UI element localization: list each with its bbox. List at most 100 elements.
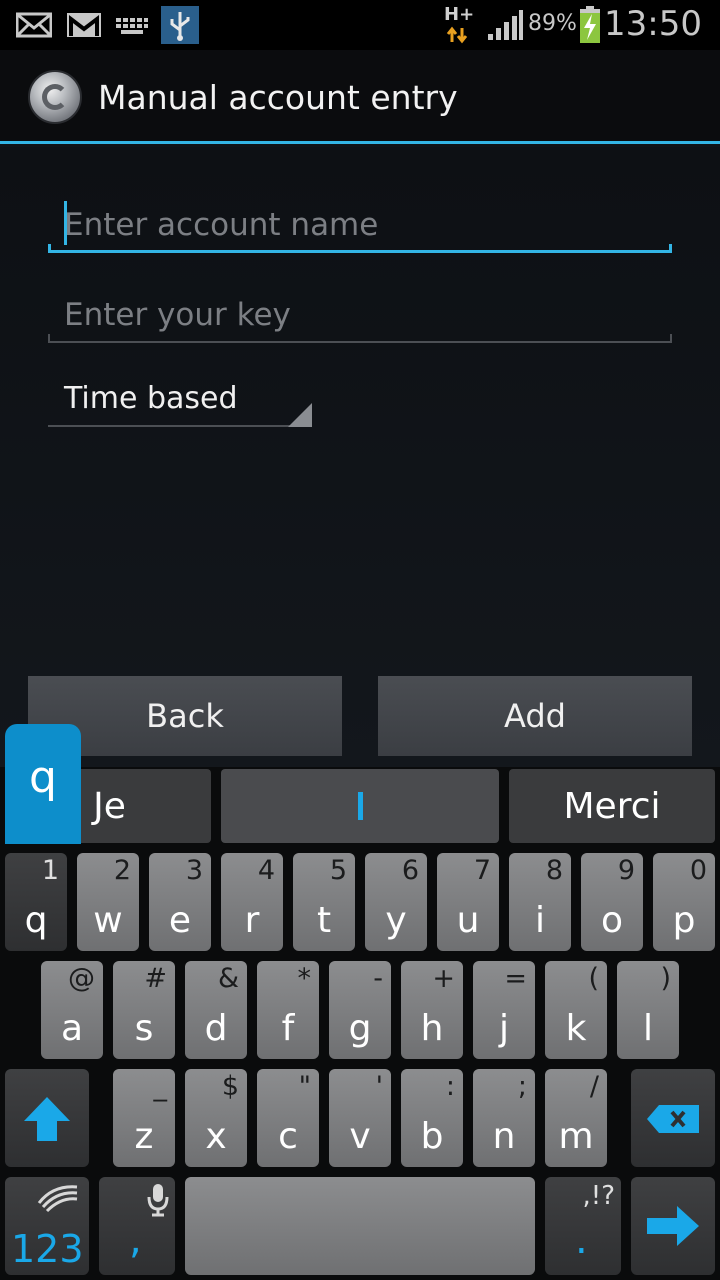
status-bar: H+ 89% 13:50 (0, 0, 720, 50)
key-alt-label: ( (588, 963, 599, 994)
symbols-label: 123 (11, 1227, 84, 1271)
key-input[interactable] (48, 287, 672, 343)
key-alt-label: 4 (257, 855, 275, 886)
shift-key[interactable] (5, 1069, 89, 1167)
key-alt-label: 6 (401, 855, 419, 886)
action-bar: Manual account entry (0, 50, 720, 144)
add-button[interactable]: Add (378, 676, 692, 756)
key-a[interactable]: @ a (41, 961, 103, 1059)
key-label: k (565, 1008, 587, 1049)
key-alt-label: 8 (545, 855, 563, 886)
key-alt-label: 1 (41, 855, 59, 886)
key-g[interactable]: -g (329, 961, 391, 1059)
underline-endcap (48, 244, 51, 253)
key-underline (48, 341, 672, 343)
key-alt-label: = (504, 963, 527, 994)
email-icon (16, 12, 52, 38)
key-label: n (492, 1116, 516, 1157)
key-x[interactable]: $ x (185, 1069, 247, 1167)
key-label: t (316, 900, 332, 941)
account-name-underline (48, 250, 672, 253)
punctuation-alt-label: ,!? (582, 1181, 616, 1211)
underline-endcap (48, 334, 50, 343)
key-alt-label: " (298, 1071, 311, 1102)
key-d[interactable]: & d (185, 961, 247, 1059)
account-name-input[interactable] (48, 197, 672, 253)
key-i[interactable]: 8i (509, 853, 571, 951)
key-label: v (349, 1116, 371, 1157)
key-m[interactable]: / m (545, 1069, 607, 1167)
key-label: d (204, 1008, 228, 1049)
text-cursor (64, 201, 67, 245)
key-label: b (420, 1116, 444, 1157)
spinner-underline (48, 425, 312, 427)
key-label: g (348, 1008, 372, 1049)
gmail-icon (67, 13, 101, 37)
key-e[interactable]: 3e (149, 853, 211, 951)
key-label: m (558, 1116, 594, 1157)
key-alt-label: & (217, 963, 239, 994)
key-alt-label: $ (221, 1071, 239, 1102)
key-k[interactable]: (k (545, 961, 607, 1059)
key-c[interactable]: " c (257, 1069, 319, 1167)
screen: H+ 89% 13:50 Manual account entry Enter … (0, 0, 720, 1280)
key-label: a (60, 1008, 84, 1049)
key-w[interactable]: 2w (77, 853, 139, 951)
key-r[interactable]: 4r (221, 853, 283, 951)
key-b[interactable]: :b (401, 1069, 463, 1167)
key-alt-label: 0 (689, 855, 707, 886)
key-q[interactable]: 1q (5, 853, 67, 951)
key-alt-label: - (373, 963, 383, 994)
symbols-key[interactable]: 123 (5, 1177, 89, 1275)
key-label: c (278, 1116, 298, 1157)
enter-key[interactable] (631, 1177, 715, 1275)
backspace-key[interactable] (631, 1069, 715, 1167)
key-field[interactable] (48, 287, 672, 343)
clock: 13:50 (604, 4, 702, 44)
key-s[interactable]: # s (113, 961, 175, 1059)
key-alt-label: 7 (473, 855, 491, 886)
backspace-icon (647, 1105, 699, 1133)
key-alt-label: ; (517, 1071, 527, 1102)
space-bar[interactable] (185, 1177, 535, 1275)
key-y[interactable]: 6y (365, 853, 427, 951)
microphone-icon (147, 1184, 169, 1217)
prediction-right[interactable]: Merci (509, 769, 715, 843)
key-alt-label: 5 (329, 855, 347, 886)
key-z[interactable]: _ z (113, 1069, 175, 1167)
key-p[interactable]: 0p (653, 853, 715, 951)
type-spinner[interactable]: Time based (48, 373, 312, 427)
key-label: q (24, 900, 48, 941)
key-l[interactable]: ) l (617, 961, 679, 1059)
prediction-center[interactable] (221, 769, 499, 843)
account-name-field[interactable] (48, 197, 672, 253)
key-o[interactable]: 9o (581, 853, 643, 951)
key-label: s (134, 1008, 154, 1049)
key-label: j (498, 1008, 509, 1049)
authenticator-icon[interactable] (28, 70, 82, 124)
key-label: p (672, 900, 696, 941)
key-alt-label: 2 (113, 855, 131, 886)
key-t[interactable]: 5t (293, 853, 355, 951)
key-f[interactable]: * f (257, 961, 319, 1059)
prediction-text: Merci (563, 785, 661, 827)
punctuation-key[interactable]: ,!? . (545, 1177, 621, 1275)
shift-arrow-icon (24, 1097, 70, 1141)
signal-icon (488, 10, 523, 40)
key-v[interactable]: ' v (329, 1069, 391, 1167)
key-u[interactable]: 7u (437, 853, 499, 951)
key-alt-label: 3 (185, 855, 203, 886)
key-alt-label: + (432, 963, 455, 994)
comma-key[interactable]: , (99, 1177, 175, 1275)
spinner-arrow-icon (288, 403, 312, 427)
type-spinner-value: Time based (64, 381, 238, 416)
key-alt-label: : (445, 1071, 455, 1102)
key-h[interactable]: + h (401, 961, 463, 1059)
key-label: i (534, 900, 545, 941)
key-label: u (456, 900, 480, 941)
key-label: f (281, 1008, 295, 1049)
key-j[interactable]: = j (473, 961, 535, 1059)
keyboard-icon (116, 18, 148, 34)
key-n[interactable]: ; n (473, 1069, 535, 1167)
underline-endcap (670, 334, 672, 343)
